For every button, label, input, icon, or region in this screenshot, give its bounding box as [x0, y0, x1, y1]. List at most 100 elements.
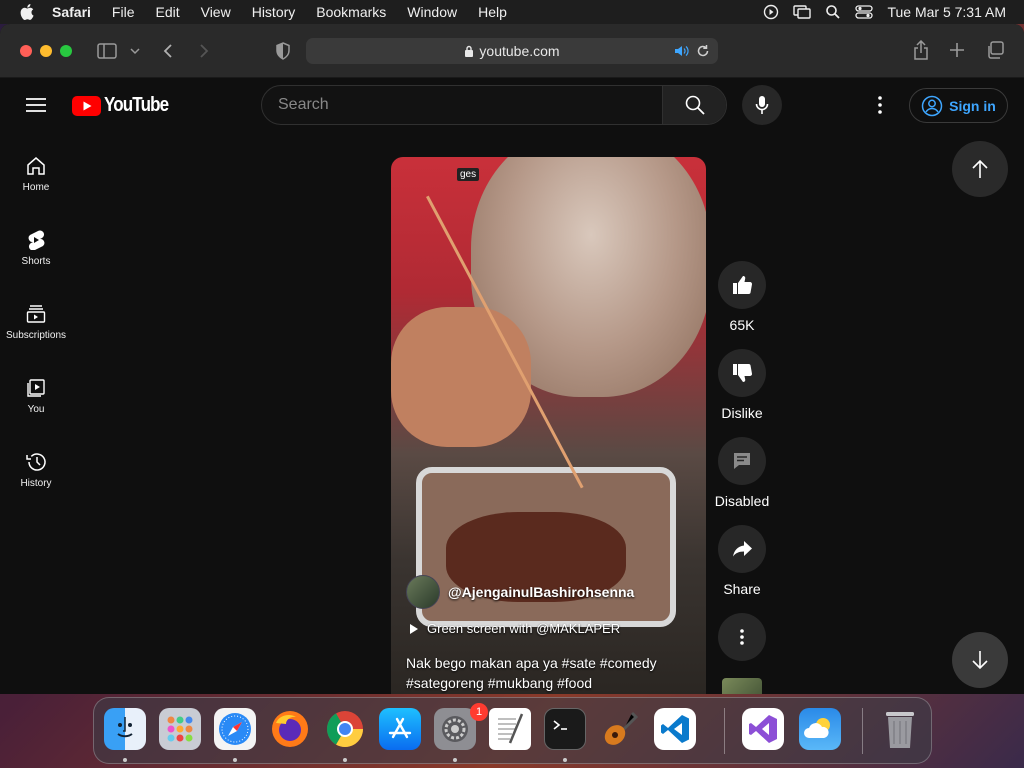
dislike-label: Dislike — [721, 405, 763, 421]
sidebar-item-subscriptions[interactable]: Subscriptions — [0, 304, 72, 341]
sign-in-button[interactable]: Sign in — [909, 88, 1008, 123]
share-action: Share — [718, 525, 766, 597]
dock-chrome[interactable] — [324, 708, 366, 750]
like-action: 65K — [718, 261, 766, 333]
control-center-icon[interactable] — [855, 4, 874, 20]
dock-garageband[interactable] — [599, 708, 641, 750]
dock-app-store[interactable] — [379, 708, 421, 750]
dock-launchpad[interactable] — [159, 708, 201, 750]
menu-history[interactable]: History — [252, 4, 296, 20]
next-short-button[interactable] — [952, 632, 1008, 688]
audio-playing-icon[interactable] — [674, 45, 690, 57]
sidebar-item-shorts[interactable]: Shorts — [0, 230, 72, 267]
like-count: 65K — [729, 317, 755, 333]
screen-mirroring-icon[interactable] — [793, 4, 812, 20]
dock-trash[interactable] — [879, 708, 921, 750]
share-arrow-icon — [733, 541, 752, 557]
sidebar-item-home[interactable]: Home — [0, 156, 72, 193]
channel-name[interactable]: @AjengainulBashirohsenna — [448, 584, 634, 600]
weather-icon — [804, 718, 830, 738]
menu-window[interactable]: Window — [407, 4, 457, 20]
share-button[interactable] — [718, 525, 766, 573]
menu-file[interactable]: File — [112, 4, 135, 20]
sign-in-label: Sign in — [949, 97, 996, 114]
menu-app-name[interactable]: Safari — [52, 4, 91, 20]
menubar-clock[interactable]: Tue Mar 5 7:31 AM — [887, 4, 1006, 20]
dock-weather[interactable] — [799, 708, 841, 750]
dock-terminal[interactable] — [544, 708, 586, 750]
sidebar-item-history[interactable]: History — [0, 452, 72, 489]
sound-name[interactable]: Green screen with @MAKLAPER — [427, 621, 620, 636]
sidebar-label-history: History — [20, 478, 52, 489]
like-button[interactable] — [718, 261, 766, 309]
sidebar-toggle-icon[interactable] — [97, 43, 117, 59]
zoom-window-button[interactable] — [60, 45, 72, 57]
close-window-button[interactable] — [20, 45, 32, 57]
channel-avatar[interactable] — [406, 575, 440, 609]
menu-bookmarks[interactable]: Bookmarks — [316, 4, 386, 20]
dock-running-dot — [233, 758, 237, 762]
comments-label: Disabled — [714, 493, 770, 509]
finder-icon — [117, 717, 133, 738]
thumbs-down-icon — [733, 364, 753, 382]
short-video-player[interactable]: ges @AjengainulBashirohsenna Green scree… — [391, 157, 706, 694]
menu-edit[interactable]: Edit — [155, 4, 179, 20]
more-options-icon[interactable] — [878, 96, 882, 114]
dislike-button[interactable] — [718, 349, 766, 397]
voice-search-button[interactable] — [742, 85, 782, 125]
share-icon[interactable] — [912, 40, 930, 60]
app-store-icon — [388, 717, 412, 739]
dock-safari[interactable] — [214, 708, 256, 750]
dock: 1 — [93, 697, 932, 764]
sound-thumbnail[interactable] — [722, 678, 762, 694]
privacy-shield-icon[interactable] — [275, 42, 291, 60]
previous-short-button[interactable] — [952, 141, 1008, 197]
dock-firefox[interactable] — [269, 708, 311, 750]
sidebar-label-you: You — [27, 404, 45, 415]
search-button[interactable] — [662, 86, 726, 124]
youtube-logo[interactable]: YouTube — [72, 94, 180, 117]
menu-hamburger-icon[interactable] — [26, 97, 46, 113]
chevron-down-icon[interactable] — [130, 47, 140, 55]
play-icon — [410, 623, 418, 634]
menu-help[interactable]: Help — [478, 4, 507, 20]
firefox-icon — [272, 711, 308, 747]
video-frame-hand — [391, 307, 531, 447]
settings-badge: 1 — [470, 703, 488, 721]
menu-bar: Safari File Edit View History Bookmarks … — [0, 0, 1024, 24]
short-more-button[interactable] — [718, 613, 766, 661]
launchpad-icon — [167, 716, 193, 742]
search-bar: Search — [261, 85, 727, 125]
sidebar-item-you[interactable]: You — [0, 378, 72, 415]
home-icon — [27, 157, 45, 175]
safari-compass-icon — [219, 713, 251, 745]
microphone-icon — [755, 96, 769, 114]
menu-view[interactable]: View — [201, 4, 231, 20]
dock-separator — [724, 708, 725, 754]
comment-icon — [734, 453, 750, 469]
dock-finder[interactable] — [104, 708, 146, 750]
address-bar[interactable]: youtube.com — [306, 38, 718, 64]
new-tab-icon[interactable] — [949, 42, 965, 58]
apple-logo-icon[interactable] — [18, 4, 36, 20]
spotlight-search-icon[interactable] — [825, 4, 841, 20]
tab-overview-icon[interactable] — [986, 41, 1004, 59]
dock-running-dot — [343, 758, 347, 762]
comments-button[interactable] — [718, 437, 766, 485]
dislike-action: Dislike — [718, 349, 766, 421]
arrow-up-icon — [972, 159, 988, 178]
vscode-icon — [661, 715, 689, 743]
dock-textedit[interactable] — [489, 708, 531, 750]
forward-icon[interactable] — [198, 43, 210, 59]
dock-visual-studio[interactable] — [742, 708, 784, 750]
dock-vscode[interactable] — [654, 708, 696, 750]
play-circle-icon[interactable] — [763, 4, 779, 20]
lock-icon — [465, 45, 474, 57]
search-input[interactable]: Search — [262, 96, 662, 114]
sound-info[interactable]: Green screen with @MAKLAPER — [409, 621, 620, 636]
back-icon[interactable] — [162, 43, 174, 59]
gear-icon — [442, 716, 468, 742]
minimize-window-button[interactable] — [40, 45, 52, 57]
channel-info[interactable]: @AjengainulBashirohsenna — [406, 575, 634, 609]
reload-icon[interactable] — [696, 44, 710, 58]
